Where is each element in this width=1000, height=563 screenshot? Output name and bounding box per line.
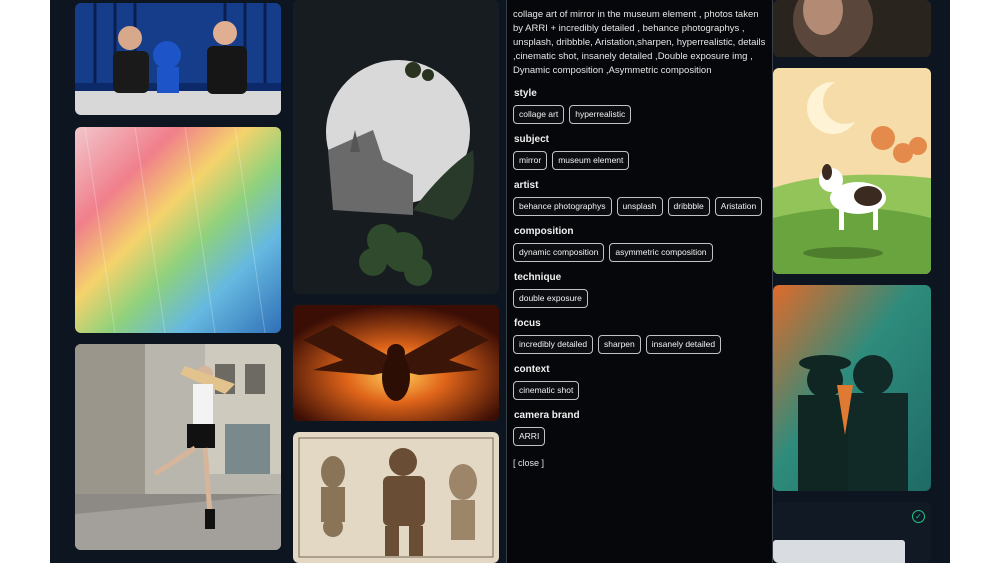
gallery-image-street-woman[interactable] (75, 344, 281, 550)
tag-chip[interactable]: asymmetric composition (609, 243, 713, 262)
prompt-text: collage art of mirror in the museum elem… (513, 9, 766, 76)
gallery-image-podcast[interactable] (75, 3, 281, 115)
tag-chip[interactable]: insanely detailed (645, 335, 722, 354)
tag-chip[interactable]: mirror (513, 151, 548, 170)
tag-chip[interactable]: Aristation (714, 197, 763, 216)
tag-chip[interactable]: sharpen (598, 335, 641, 354)
section-focus: focus incredibly detailed sharpen insane… (513, 318, 766, 354)
section-title: focus (514, 318, 541, 329)
section-title: technique (514, 272, 562, 283)
section-title: subject (514, 134, 550, 145)
section-composition: composition dynamic composition asymmetr… (513, 226, 766, 262)
tag-chip[interactable]: unsplash (616, 197, 663, 216)
tag-chip[interactable]: dribbble (667, 197, 710, 216)
tag-chip[interactable]: museum element (552, 151, 630, 170)
tag-chip[interactable]: ARRI (513, 427, 546, 446)
tag-chip[interactable]: cinematic shot (513, 381, 580, 400)
gallery-image-couple-silhouette[interactable] (773, 285, 931, 491)
gallery-image-mirror-collage[interactable] (293, 0, 499, 294)
gallery-image-portrait-top[interactable] (773, 0, 931, 57)
tag-chip[interactable]: dynamic composition (513, 243, 605, 262)
card-preview-image (773, 540, 905, 563)
gallery-image-rainbow-texture[interactable] (75, 127, 281, 333)
section-style: style collage art hyperrealistic (513, 88, 766, 124)
tag-chip[interactable]: incredibly detailed (513, 335, 594, 354)
gallery-card-bottom-right[interactable]: ✓ (773, 502, 931, 563)
close-link[interactable]: [ close ] (513, 458, 766, 468)
section-title: context (514, 364, 550, 375)
section-subject: subject mirror museum element (513, 134, 766, 170)
section-title: composition (514, 226, 574, 237)
section-artist: artist behance photographys unsplash dri… (513, 180, 766, 216)
gallery-image-cartoon-dog[interactable] (773, 68, 931, 274)
gallery-app: ✓ collage art of mirror in the museum el… (50, 0, 950, 563)
section-title: artist (514, 180, 539, 191)
tag-chip[interactable]: hyperrealistic (569, 105, 632, 124)
section-title: style (514, 88, 537, 99)
tag-chip[interactable]: double exposure (513, 289, 588, 308)
section-title: camera brand (514, 410, 580, 421)
section-context: context cinematic shot (513, 364, 766, 400)
tag-chip[interactable]: collage art (513, 105, 565, 124)
section-camera-brand: camera brand ARRI (513, 410, 766, 446)
prompt-detail-panel: collage art of mirror in the museum elem… (506, 0, 773, 563)
gallery-image-warrior-sketch[interactable] (293, 432, 499, 563)
check-circle-icon[interactable]: ✓ (912, 510, 925, 523)
section-technique: technique double exposure (513, 272, 766, 308)
gallery-image-fire-eagle[interactable] (293, 305, 499, 421)
tag-chip[interactable]: behance photographys (513, 197, 612, 216)
